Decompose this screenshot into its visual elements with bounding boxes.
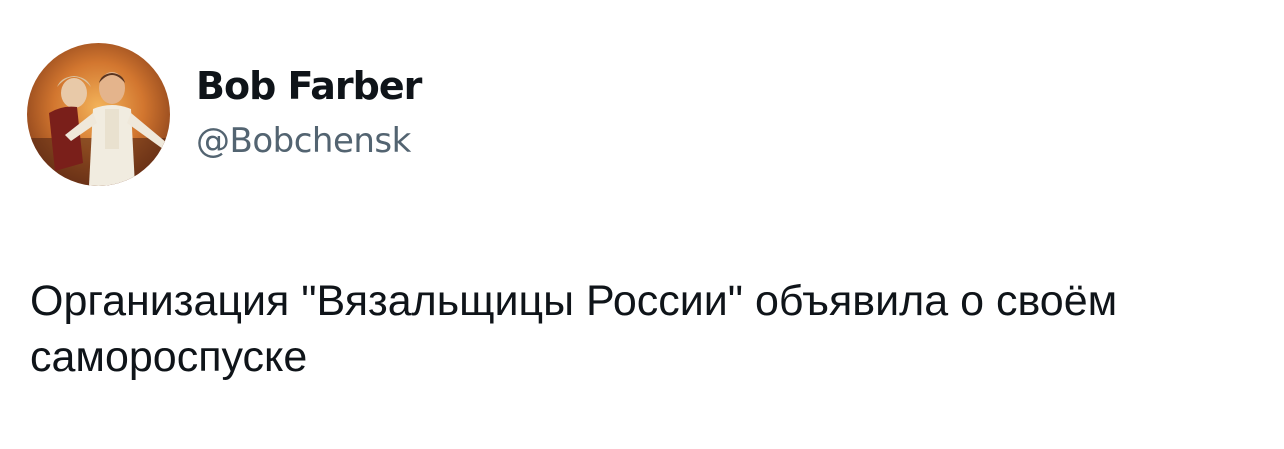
user-handle[interactable]: @Bobchensk	[196, 120, 421, 162]
author-info: Bob Farber @Bobchensk	[196, 62, 422, 162]
avatar-photo-icon	[27, 43, 170, 186]
display-name[interactable]: Bob Farber	[196, 62, 422, 110]
tweet-text: Организация "Вязальщицы России" объявила…	[30, 277, 1118, 381]
avatar[interactable]	[27, 43, 170, 186]
tweet-card: Bob Farber @Bobchensk Организация "Вязал…	[0, 0, 1284, 449]
